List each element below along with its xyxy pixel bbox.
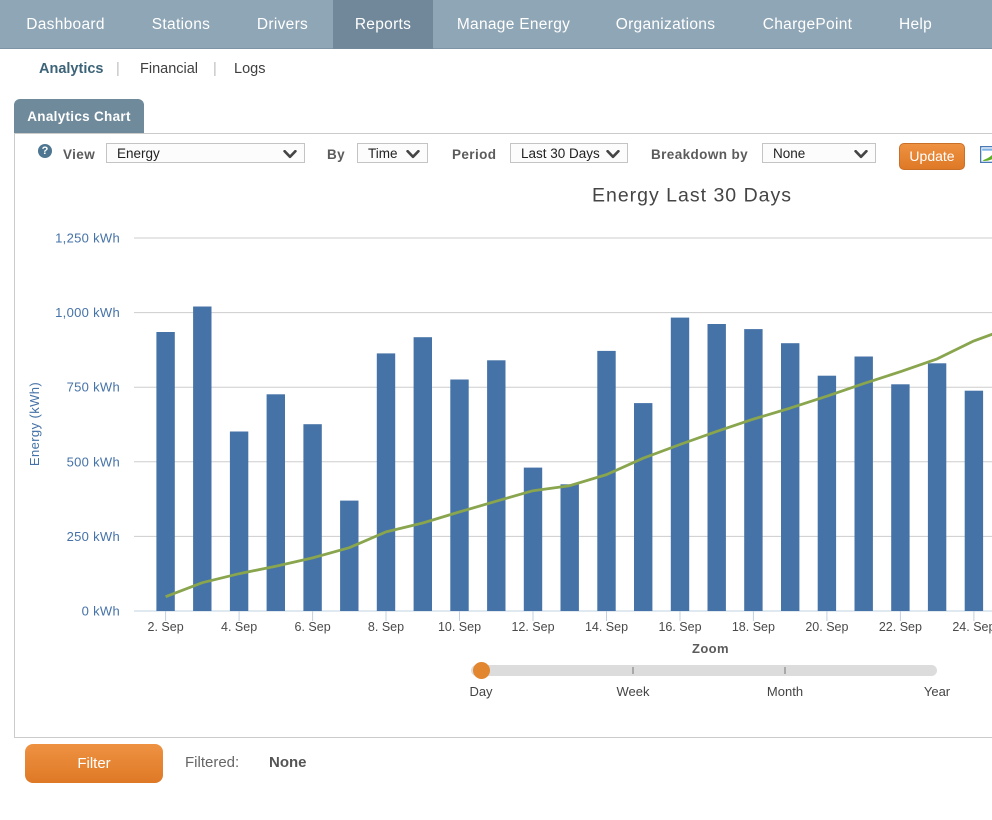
svg-text:10. Sep: 10. Sep xyxy=(438,620,481,634)
svg-text:250 kWh: 250 kWh xyxy=(67,529,120,544)
svg-text:6. Sep: 6. Sep xyxy=(295,620,331,634)
svg-text:20. Sep: 20. Sep xyxy=(805,620,848,634)
svg-text:14. Sep: 14. Sep xyxy=(585,620,628,634)
svg-text:Energy (kWh): Energy (kWh) xyxy=(27,382,42,466)
svg-text:500 kWh: 500 kWh xyxy=(67,454,120,469)
svg-text:24. Sep: 24. Sep xyxy=(952,620,992,634)
svg-text:4. Sep: 4. Sep xyxy=(221,620,257,634)
svg-text:16. Sep: 16. Sep xyxy=(658,620,701,634)
svg-text:Energy Last 30 Days: Energy Last 30 Days xyxy=(592,185,792,207)
svg-text:1,250 kWh: 1,250 kWh xyxy=(55,231,120,246)
svg-text:1,000 kWh: 1,000 kWh xyxy=(55,305,120,320)
svg-text:0 kWh: 0 kWh xyxy=(82,604,120,619)
svg-text:22. Sep: 22. Sep xyxy=(879,620,922,634)
svg-text:750 kWh: 750 kWh xyxy=(67,380,120,395)
svg-text:18. Sep: 18. Sep xyxy=(732,620,775,634)
svg-text:12. Sep: 12. Sep xyxy=(511,620,554,634)
svg-text:2. Sep: 2. Sep xyxy=(148,620,184,634)
svg-text:8. Sep: 8. Sep xyxy=(368,620,404,634)
